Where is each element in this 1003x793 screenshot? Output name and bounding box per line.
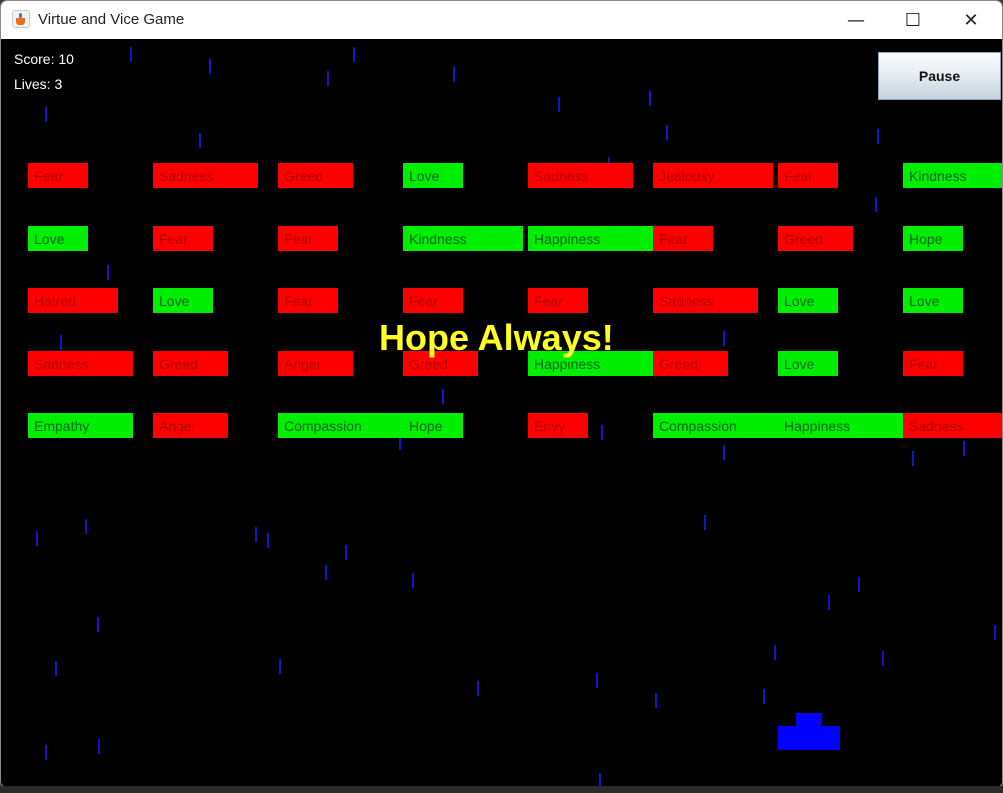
raindrop <box>655 693 657 708</box>
raindrop <box>279 659 281 674</box>
raindrop <box>723 331 725 346</box>
brick-vice: Sadness <box>653 288 758 313</box>
raindrop <box>477 681 479 696</box>
brick-virtue: Happiness <box>528 226 653 251</box>
brick-vice: Fear <box>653 226 713 251</box>
close-button[interactable]: ✕ <box>942 1 1000 39</box>
raindrop <box>877 129 879 144</box>
raindrop <box>85 519 87 534</box>
raindrop <box>199 133 201 148</box>
raindrop <box>36 531 38 546</box>
java-app-icon <box>12 10 30 28</box>
brick-vice: Sadness <box>528 163 633 188</box>
brick-vice: Greed <box>153 351 228 376</box>
brick-virtue: Love <box>28 226 88 251</box>
brick-vice: Jealousy <box>653 163 773 188</box>
paddle-cannon <box>796 713 822 727</box>
raindrop <box>97 617 99 632</box>
raindrop <box>442 389 444 404</box>
raindrop <box>763 689 765 704</box>
raindrop <box>828 595 830 610</box>
raindrop <box>558 97 560 112</box>
brick-virtue: Kindness <box>903 163 1002 188</box>
raindrop <box>60 335 62 350</box>
brick-vice: Sadness <box>28 351 133 376</box>
minimize-button[interactable]: — <box>827 1 885 39</box>
brick-vice: Fear <box>153 226 213 251</box>
maximize-button[interactable]: ☐ <box>884 1 942 39</box>
brick-vice: Fear <box>778 163 838 188</box>
title-bar[interactable]: Virtue and Vice Game — ☐ ✕ <box>1 1 1002 39</box>
brick-virtue: Love <box>778 351 838 376</box>
brick-vice: Anger <box>278 351 353 376</box>
raindrop <box>353 47 355 62</box>
brick-virtue: Compassion <box>653 413 778 438</box>
brick-virtue: Love <box>778 288 838 313</box>
raindrop <box>596 673 598 688</box>
brick-virtue: Love <box>403 163 463 188</box>
brick-vice: Greed <box>278 163 353 188</box>
raindrop <box>453 67 455 82</box>
raindrop <box>45 107 47 122</box>
raindrop <box>666 125 668 140</box>
game-canvas[interactable]: Score: 10 Lives: 3 Pause Fear Sadness Gree… <box>1 39 1002 787</box>
game-window: Virtue and Vice Game — ☐ ✕ Score: 10 Liv… <box>0 0 1003 788</box>
paddle[interactable] <box>778 726 840 750</box>
raindrop <box>325 565 327 580</box>
raindrop <box>601 425 603 440</box>
maximize-icon: ☐ <box>904 9 922 31</box>
brick-virtue: Happiness <box>778 413 903 438</box>
brick-vice: Greed <box>653 351 728 376</box>
raindrop <box>55 661 57 676</box>
raindrop <box>875 197 877 212</box>
brick-vice: Sadness <box>153 163 258 188</box>
raindrop <box>412 573 414 588</box>
raindrop <box>858 577 860 592</box>
taskbar-strip <box>0 786 1003 793</box>
brick-vice: Fear <box>528 288 588 313</box>
brick-vice: Fear <box>278 226 338 251</box>
raindrop <box>345 545 347 560</box>
raindrop <box>267 533 269 548</box>
brick-virtue: Hope <box>403 413 463 438</box>
window-title: Virtue and Vice Game <box>38 11 185 28</box>
raindrop <box>98 739 100 754</box>
raindrop <box>882 651 884 666</box>
raindrop <box>649 91 651 106</box>
brick-virtue: Kindness <box>403 226 523 251</box>
lives-label: Lives: 3 <box>14 76 63 92</box>
raindrop <box>994 625 996 640</box>
brick-vice: Sadness <box>903 413 1002 438</box>
close-icon: ✕ <box>963 9 979 31</box>
brick-vice: Fear <box>28 163 88 188</box>
brick-vice: Fear <box>403 288 463 313</box>
brick-virtue: Compassion <box>278 413 403 438</box>
brick-vice: Envy <box>528 413 588 438</box>
hope-message: Hope Always! <box>379 317 614 358</box>
raindrop <box>130 47 132 62</box>
minimize-icon: — <box>847 9 865 31</box>
raindrop <box>209 59 211 74</box>
raindrop <box>255 527 257 542</box>
brick-vice: Fear <box>278 288 338 313</box>
brick-virtue: Empathy <box>28 413 133 438</box>
raindrop <box>723 445 725 460</box>
raindrop <box>327 71 329 86</box>
raindrop <box>912 451 914 466</box>
brick-vice: Fear <box>903 351 963 376</box>
brick-virtue: Hope <box>903 226 963 251</box>
raindrop <box>107 265 109 280</box>
brick-virtue: Love <box>903 288 963 313</box>
raindrop <box>45 745 47 760</box>
raindrop <box>774 645 776 660</box>
brick-vice: Anger <box>153 413 228 438</box>
score-label: Score: 10 <box>14 51 74 67</box>
raindrop <box>963 441 965 456</box>
brick-vice: Hatred <box>28 288 118 313</box>
raindrop <box>704 515 706 530</box>
pause-button[interactable]: Pause <box>878 52 1001 100</box>
brick-virtue: Love <box>153 288 213 313</box>
brick-vice: Greed <box>778 226 853 251</box>
